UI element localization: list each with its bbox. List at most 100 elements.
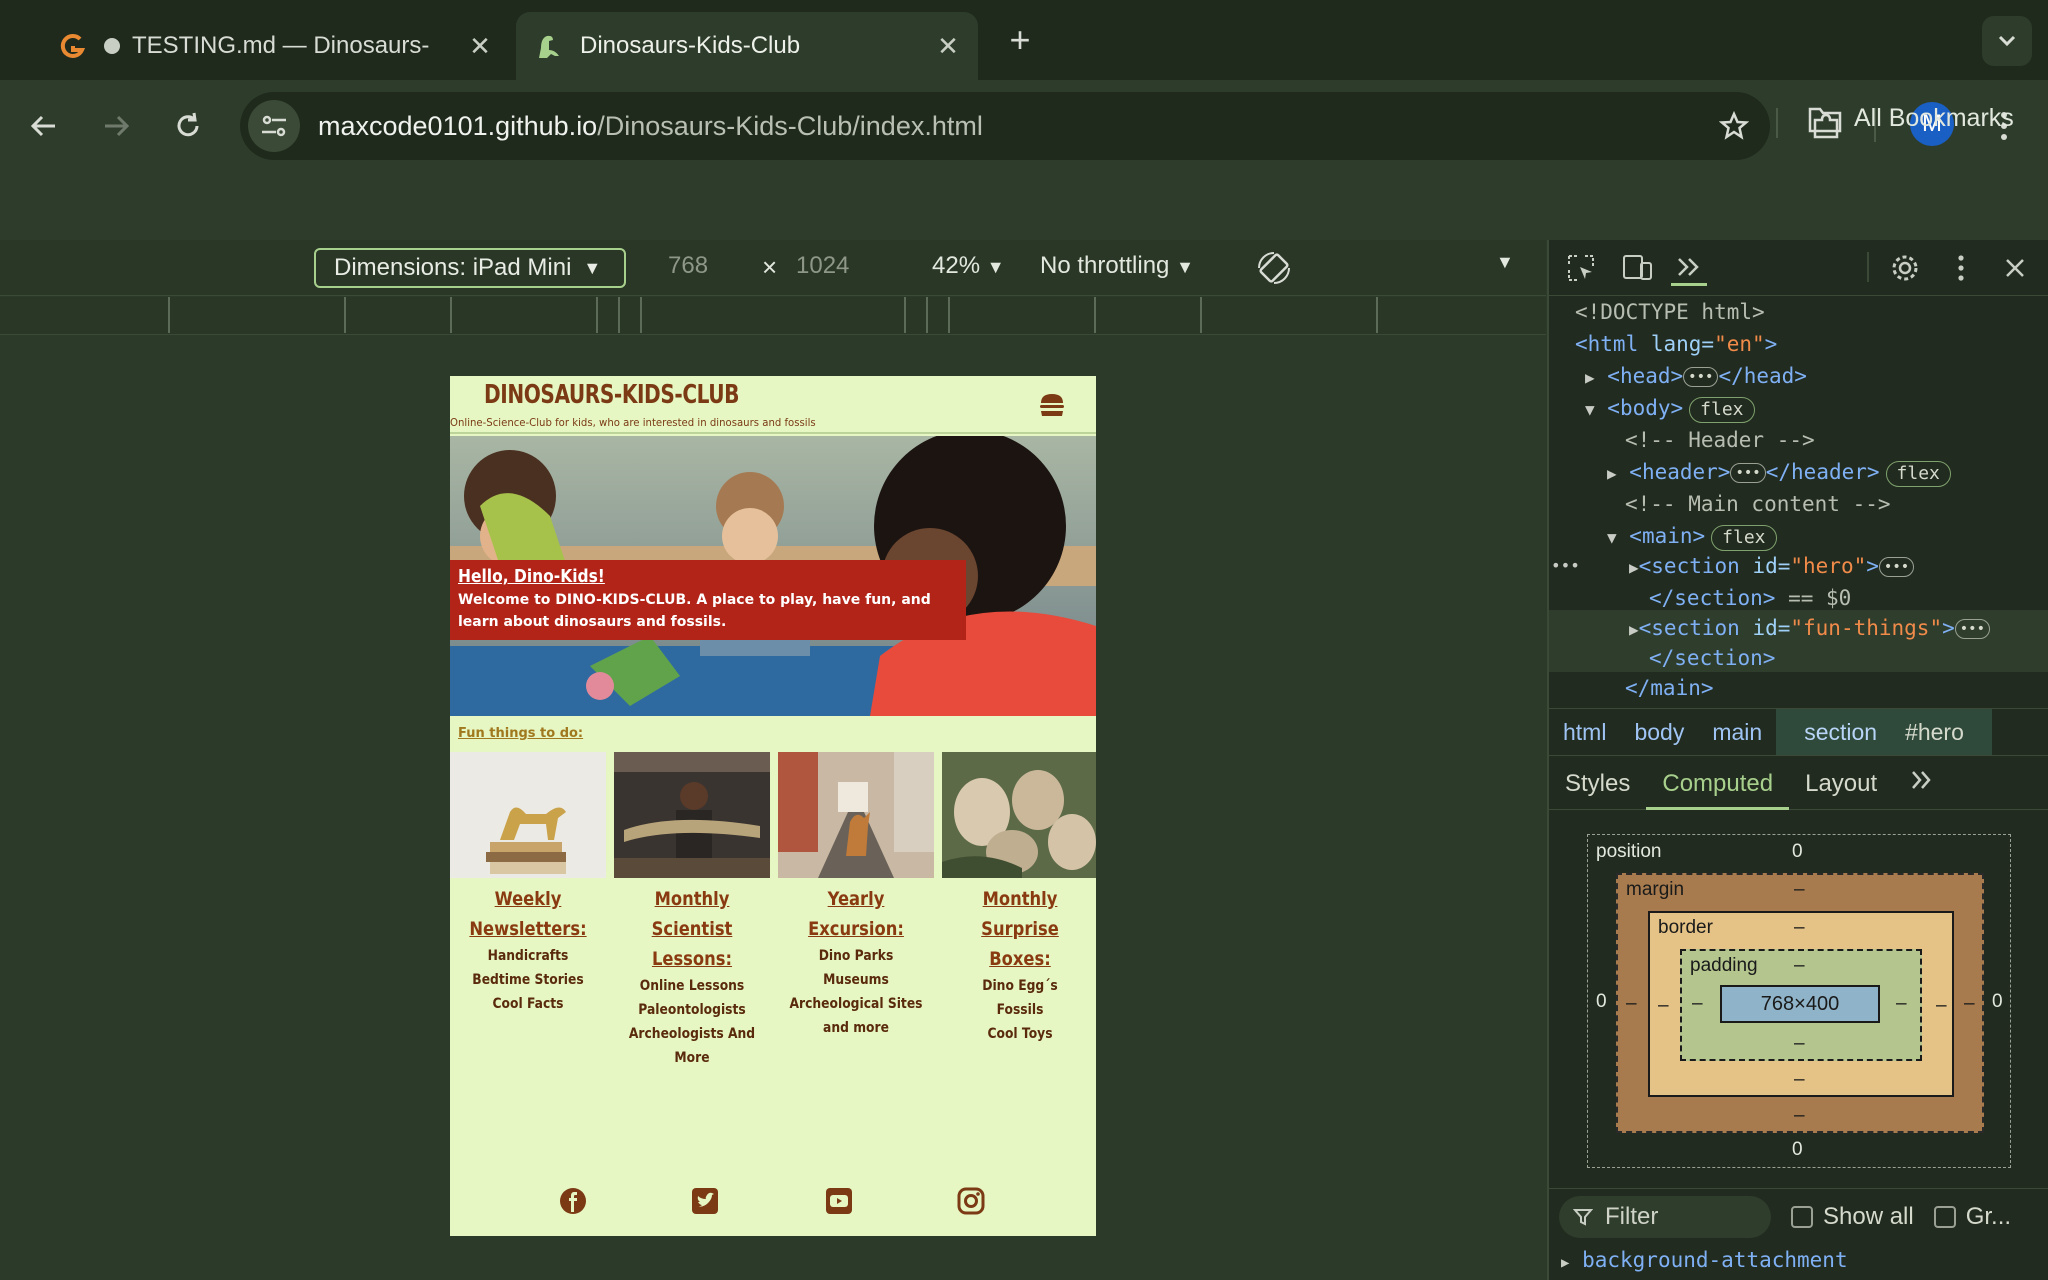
section-close: </section> — [1649, 646, 1776, 670]
reload-button[interactable] — [162, 100, 214, 152]
padding-box: padding – – – – 768×400 — [1680, 949, 1922, 1061]
width-input[interactable]: 768 — [668, 252, 708, 280]
all-bookmarks-button[interactable]: All Bookmarks — [1808, 104, 2014, 133]
devtools-menu-icon[interactable] — [1943, 250, 1979, 286]
card-title[interactable]: Weekly Newsletters: — [461, 884, 595, 944]
dom-comment-header[interactable]: <!-- Header --> — [1625, 428, 1815, 452]
hero-heading[interactable]: Hello, Dino-Kids! — [458, 566, 888, 587]
fun-val: "fun-things" — [1790, 616, 1943, 640]
dom-section-hero-close[interactable]: </section> == $0 — [1649, 586, 1851, 610]
breadcrumb-main[interactable]: main — [1698, 719, 1776, 746]
close-tab-icon[interactable]: ✕ — [460, 31, 500, 62]
dom-main[interactable]: ▼ <main> flex — [1607, 524, 1777, 551]
padding-right: – — [1896, 993, 1907, 1014]
back-button[interactable] — [18, 100, 70, 152]
dom-body[interactable]: ▼ <body> flex — [1585, 396, 1755, 423]
breadcrumb-html[interactable]: html — [1549, 719, 1620, 746]
youtube-icon[interactable] — [824, 1186, 854, 1216]
dom-doctype[interactable]: <!DOCTYPE html> — [1575, 300, 1765, 324]
bookmark-star-icon[interactable] — [1708, 100, 1760, 152]
card-title[interactable]: Monthly Scientist Lessons: — [625, 884, 759, 974]
dom-section-hero[interactable]: ▶<section id="hero"> ••• — [1629, 554, 1915, 578]
dom-header[interactable]: ▶ <header> ••• </header> flex — [1607, 460, 1951, 487]
position-bottom: 0 — [1792, 1139, 1803, 1160]
new-tab-button[interactable]: + — [1000, 20, 1040, 60]
collapse-triangle-icon[interactable]: ▼ — [1607, 528, 1617, 547]
ellipsis-icon[interactable]: ••• — [1683, 367, 1719, 387]
flex-badge[interactable]: flex — [1711, 525, 1777, 551]
content-box[interactable]: 768×400 — [1720, 985, 1880, 1023]
tab-dinosaurs-kids-club[interactable]: Dinosaurs-Kids-Club ✕ — [516, 12, 978, 80]
reload-icon — [177, 112, 199, 137]
border-box: border – – – – padding – – – – 768×400 — [1648, 911, 1954, 1097]
tab-layout[interactable]: Layout — [1789, 758, 1893, 810]
ellipsis-icon[interactable]: ••• — [1954, 619, 1991, 639]
show-all-checkbox[interactable]: Show all — [1791, 1203, 1914, 1231]
comment-text: <!-- Header --> — [1625, 428, 1815, 452]
dom-main-close[interactable]: </main> — [1625, 676, 1714, 700]
zoom-dropdown[interactable]: 42% ▼ — [932, 252, 1005, 280]
twitter-icon[interactable] — [690, 1186, 720, 1216]
forward-button[interactable] — [90, 100, 142, 152]
border-right: – — [1936, 995, 1947, 1016]
ruler-tick — [926, 297, 928, 333]
more-tabs-icon[interactable] — [1671, 250, 1707, 286]
collapse-triangle-icon[interactable]: ▼ — [1585, 400, 1595, 419]
dom-html[interactable]: <html lang="en"> — [1575, 332, 1777, 356]
fun-things-label[interactable]: Fun things to do: — [458, 726, 583, 741]
tab-computed[interactable]: Computed — [1646, 758, 1790, 810]
dom-section-fun-things[interactable]: ▶<section id="fun-things"> ••• — [1629, 616, 1991, 640]
device-toolbar-more-icon[interactable]: ▼ — [1496, 252, 1514, 273]
ellipsis-icon[interactable]: ••• — [1730, 463, 1766, 483]
dom-section-fun-close[interactable]: </section> — [1649, 646, 1775, 670]
hamburger-icon[interactable] — [1038, 392, 1066, 418]
device-toolbar-toggle-icon[interactable] — [1619, 250, 1655, 286]
height-input[interactable]: 1024 — [796, 252, 849, 280]
group-checkbox[interactable]: Gr... — [1933, 1203, 2011, 1231]
back-arrow-icon — [30, 115, 55, 137]
breadcrumb-body[interactable]: body — [1620, 719, 1698, 746]
more-subtabs-icon[interactable] — [1893, 758, 1951, 810]
filter-input[interactable]: Filter — [1559, 1195, 1771, 1238]
tab-styles[interactable]: Styles — [1549, 758, 1646, 810]
expand-triangle-icon[interactable]: ▶ — [1629, 620, 1639, 639]
tab-title: TESTING.md — Dinosaurs- — [132, 32, 430, 59]
close-tab-icon[interactable]: ✕ — [928, 31, 968, 62]
margin-bottom: – — [1794, 1105, 1805, 1126]
site-info-icon[interactable] — [248, 100, 300, 152]
flex-badge[interactable]: flex — [1885, 461, 1951, 487]
rotate-icon[interactable] — [1254, 248, 1294, 288]
dom-head[interactable]: ▶ <head> ••• </head> — [1585, 364, 1807, 388]
address-bar[interactable]: maxcode0101.github.io/Dinosaurs-Kids-Clu… — [240, 92, 1770, 160]
show-all-label: Show all — [1823, 1202, 1914, 1230]
border-top: – — [1794, 917, 1805, 938]
inspect-element-icon[interactable] — [1563, 250, 1599, 286]
styles-subtabs: Styles Computed Layout — [1549, 758, 2048, 810]
expand-triangle-icon[interactable]: ▶ — [1585, 368, 1595, 387]
expand-triangle-icon[interactable]: ▶ — [1629, 558, 1639, 577]
devtools-toolbar — [1549, 240, 2048, 296]
media-query-ruler — [0, 297, 1546, 335]
settings-gear-icon[interactable] — [1887, 250, 1923, 286]
dimensions-dropdown[interactable]: Dimensions: iPad Mini ▼ — [314, 248, 626, 288]
instagram-icon[interactable] — [956, 1186, 986, 1216]
facebook-icon[interactable] — [558, 1186, 588, 1216]
url-text[interactable]: maxcode0101.github.io/Dinosaurs-Kids-Clu… — [318, 111, 1708, 142]
ellipsis-icon[interactable]: ••• — [1878, 557, 1915, 577]
card-monthly-surprise-boxes: Monthly Surprise Boxes: Dino Egg´s Fossi… — [942, 752, 1096, 1046]
dinosaur-icon — [532, 29, 566, 63]
throttling-dropdown[interactable]: No throttling ▼ — [1040, 252, 1194, 280]
card-title[interactable]: Monthly Surprise Boxes: — [953, 884, 1087, 974]
flex-badge[interactable]: flex — [1689, 397, 1755, 423]
card-title[interactable]: Yearly Excursion: — [789, 884, 923, 944]
computed-property-row[interactable]: ▶ background-attachment — [1561, 1248, 1848, 1272]
close-devtools-icon[interactable] — [1997, 250, 2033, 286]
dom-comment-main[interactable]: <!-- Main content --> — [1625, 492, 1891, 516]
html-tag: <html — [1575, 332, 1651, 356]
breadcrumb-section-hero[interactable]: section #hero — [1776, 709, 1992, 755]
expand-triangle-icon[interactable]: ▶ — [1607, 464, 1617, 483]
site-title[interactable]: DINOSAURS-KIDS-CLUB — [484, 380, 739, 410]
tab-testing-md[interactable]: TESTING.md — Dinosaurs- ✕ — [40, 12, 510, 80]
tab-search-button[interactable] — [1982, 16, 2032, 66]
row-options-icon[interactable]: ••• — [1551, 556, 1580, 575]
